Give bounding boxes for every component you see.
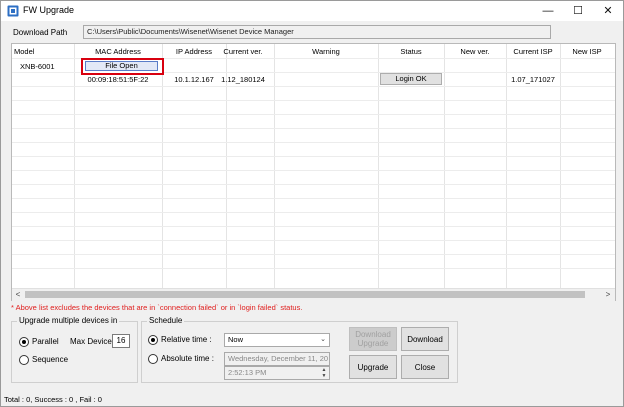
row-divider	[12, 86, 615, 87]
schedule-group: Schedule Relative time : Now ⌄ Absolute …	[141, 316, 458, 383]
absolute-time-radio[interactable]	[148, 354, 158, 364]
header-current-isp[interactable]: Current ISP	[506, 47, 560, 56]
header-status[interactable]: Status	[378, 47, 444, 56]
sequence-radio[interactable]	[19, 355, 29, 365]
login-ok-button[interactable]: Login OK	[380, 73, 442, 85]
window-title: FW Upgrade	[23, 5, 75, 15]
relative-time-radio[interactable]	[148, 335, 158, 345]
relative-time-label[interactable]: Relative time :	[161, 335, 212, 344]
spinner-arrows-icon[interactable]: ▲ ▼	[319, 367, 329, 379]
header-new-isp[interactable]: New ISP	[560, 47, 614, 56]
cell-current-isp[interactable]: 1.07_171027	[506, 75, 560, 84]
row-divider	[12, 100, 615, 101]
row-divider	[12, 114, 615, 115]
absolute-time-value: 2:52:13 PM	[228, 368, 267, 377]
column-new-ver	[444, 44, 507, 288]
scroll-left-icon[interactable]: <	[12, 289, 24, 301]
header-new-ver[interactable]: New ver.	[444, 47, 506, 56]
scroll-thumb[interactable]	[25, 291, 585, 298]
download-button[interactable]: Download	[401, 327, 449, 351]
row-divider	[12, 128, 615, 129]
warning-note: * Above list excludes the devices that a…	[11, 303, 303, 312]
row-divider	[12, 198, 615, 199]
row-divider	[12, 254, 615, 255]
download-path-label: Download Path	[13, 28, 68, 37]
upgrade-group-title: Upgrade multiple devices in	[17, 316, 120, 325]
header-model[interactable]: Model	[14, 47, 44, 56]
close-button[interactable]: Close	[401, 355, 449, 379]
row-divider	[12, 170, 615, 171]
cell-mac-address[interactable]: 00:09:18:51:5F:22	[74, 75, 162, 84]
upgrade-button[interactable]: Upgrade	[349, 355, 397, 379]
row-divider	[12, 268, 615, 269]
scroll-right-icon[interactable]: >	[602, 289, 614, 301]
horizontal-scrollbar[interactable]: < >	[12, 288, 615, 301]
fw-upgrade-window: FW Upgrade — ☐ ✕ Download Path C:\Users\…	[0, 0, 624, 407]
schedule-group-title: Schedule	[147, 316, 185, 325]
spin-down-icon[interactable]: ▼	[322, 373, 327, 379]
column-model	[12, 44, 75, 288]
device-table: Model MAC Address IP Address Current ver…	[11, 43, 616, 301]
max-device-label: Max Device	[70, 337, 112, 346]
file-open-button[interactable]: File Open	[85, 61, 158, 71]
header-warning[interactable]: Warning	[274, 47, 378, 56]
chevron-down-icon: ⌄	[320, 336, 326, 343]
download-upgrade-button[interactable]: Download Upgrade	[349, 327, 397, 351]
relative-time-value: Now	[228, 335, 244, 344]
close-window-button[interactable]: ✕	[593, 1, 623, 21]
header-current-ver[interactable]: Current ver.	[212, 47, 274, 56]
status-bar: Total : 0, Success : 0 , Fail : 0	[4, 395, 102, 404]
file-open-highlight: File Open	[81, 58, 164, 75]
row-divider	[12, 142, 615, 143]
minimize-button[interactable]: —	[533, 1, 563, 21]
row-divider	[12, 156, 615, 157]
absolute-date-picker[interactable]: Wednesday, December 11, 20	[224, 352, 330, 366]
upgrade-group: Upgrade multiple devices in Parallel Max…	[11, 316, 138, 383]
cell-current-ver[interactable]: 1.12_180124	[212, 75, 274, 84]
app-icon	[7, 5, 19, 17]
relative-time-select[interactable]: Now ⌄	[224, 333, 330, 347]
row-divider	[12, 240, 615, 241]
absolute-time-spinner[interactable]: 2:52:13 PM ▲ ▼	[224, 366, 330, 380]
title-bar: FW Upgrade — ☐ ✕	[1, 1, 623, 21]
row-divider	[12, 212, 615, 213]
sequence-label[interactable]: Sequence	[32, 355, 68, 364]
absolute-date-value: Wednesday, December 11, 20	[228, 354, 329, 363]
row-divider	[12, 226, 615, 227]
row-divider	[12, 184, 615, 185]
header-mac-address[interactable]: MAC Address	[74, 47, 162, 56]
parallel-radio[interactable]	[19, 337, 29, 347]
max-device-input[interactable]: 16	[112, 334, 130, 348]
cell-model[interactable]: XNB-6001	[20, 62, 55, 71]
column-warning	[274, 44, 379, 288]
maximize-button[interactable]: ☐	[563, 1, 593, 21]
parallel-label[interactable]: Parallel	[32, 337, 59, 346]
absolute-time-label[interactable]: Absolute time :	[161, 354, 214, 363]
download-path-field[interactable]: C:\Users\Public\Documents\Wisenet\Wisene…	[83, 25, 551, 39]
